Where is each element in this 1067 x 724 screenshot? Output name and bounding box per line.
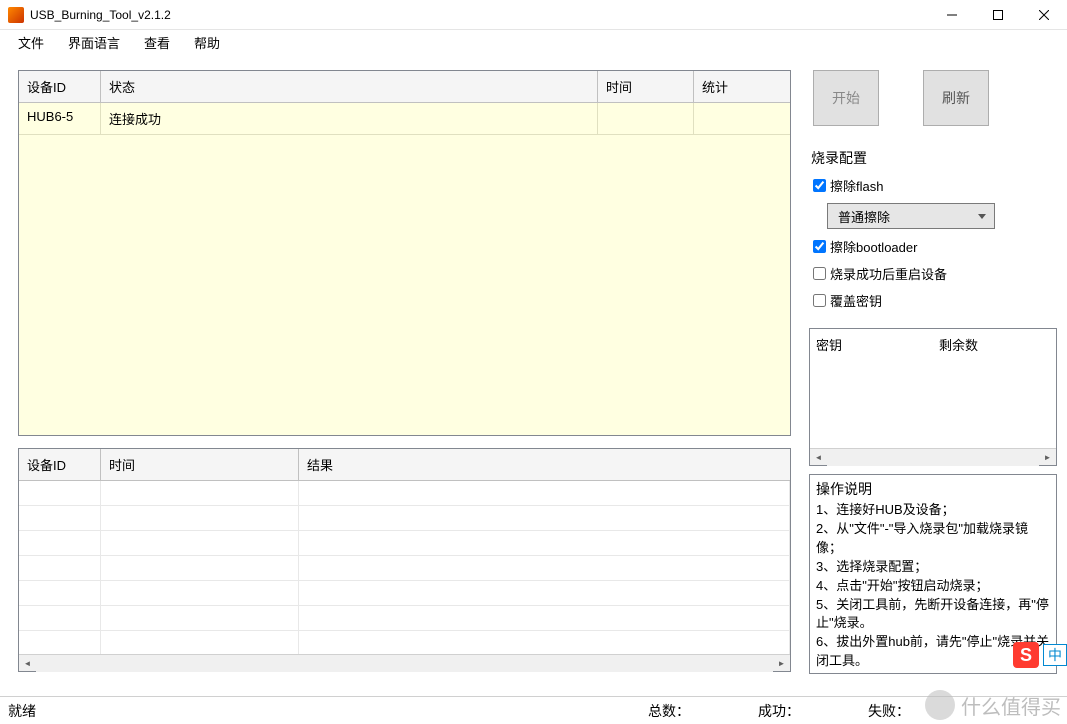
erase-mode-select[interactable]: 普通擦除 [827, 203, 995, 229]
app-icon [8, 7, 24, 23]
status-success: 成功： [758, 701, 868, 721]
key-table-body [810, 360, 1056, 448]
minimize-button[interactable] [929, 0, 975, 30]
erase-bootloader-checkbox[interactable] [813, 240, 826, 253]
table-row[interactable]: HUB6-5 连接成功 [19, 103, 790, 135]
start-button[interactable]: 开始 [813, 70, 879, 126]
window-controls [929, 0, 1067, 30]
status-ready: 就绪 [8, 701, 648, 721]
erase-flash-checkbox[interactable] [813, 179, 826, 192]
cell-stat [694, 103, 790, 134]
refresh-button[interactable]: 刷新 [923, 70, 989, 126]
close-icon [1039, 10, 1049, 20]
log-col-header-id[interactable]: 设备ID [19, 449, 101, 481]
reboot-after-row[interactable]: 烧录成功后重启设备 [811, 264, 1055, 283]
erase-mode-value: 普通擦除 [838, 207, 890, 226]
cell-status: 连接成功 [101, 103, 598, 134]
key-col-header-key[interactable]: 密钥 [810, 329, 933, 360]
status-total: 总数： [648, 701, 758, 721]
table-row[interactable] [19, 531, 790, 556]
table-row[interactable] [19, 631, 790, 654]
right-pane: 开始 刷新 烧录配置 擦除flash 普通擦除 擦除bootloader 烧录成… [809, 70, 1057, 674]
titlebar: USB_Burning_Tool_v2.1.2 [0, 0, 1067, 30]
statusbar: 就绪 总数： 成功： 失败： [0, 696, 1067, 724]
key-table-header: 密钥 剩余数 [810, 329, 1056, 360]
close-button[interactable] [1021, 0, 1067, 30]
scroll-right-icon[interactable]: ► [1039, 449, 1056, 466]
col-header-status[interactable]: 状态 [101, 71, 598, 103]
col-header-id[interactable]: 设备ID [19, 71, 101, 103]
menubar: 文件 界面语言 查看 帮助 [0, 30, 1067, 54]
log-col-header-result[interactable]: 结果 [299, 449, 790, 481]
left-pane: 设备ID 状态 时间 统计 HUB6-5 连接成功 设备ID 时间 结果 [18, 70, 791, 674]
key-scrollbar-h[interactable]: ◄ ► [810, 448, 1056, 465]
burn-config-title: 烧录配置 [811, 148, 1055, 168]
menu-language[interactable]: 界面语言 [58, 31, 130, 54]
menu-file[interactable]: 文件 [8, 31, 54, 54]
col-header-time[interactable]: 时间 [598, 71, 694, 103]
table-row[interactable] [19, 506, 790, 531]
minimize-icon [947, 10, 957, 20]
log-table-header: 设备ID 时间 结果 [19, 449, 790, 481]
instruction-line: 2、从"文件"-"导入烧录包"加载烧录镜像； [816, 520, 1050, 558]
erase-flash-row[interactable]: 擦除flash [811, 176, 1055, 195]
scroll-track[interactable] [827, 449, 1039, 466]
reboot-after-label: 烧录成功后重启设备 [830, 264, 947, 283]
titlebar-left: USB_Burning_Tool_v2.1.2 [8, 7, 171, 23]
table-row[interactable] [19, 481, 790, 506]
action-buttons: 开始 刷新 [809, 70, 1057, 128]
maximize-button[interactable] [975, 0, 1021, 30]
menu-view[interactable]: 查看 [134, 31, 180, 54]
erase-bootloader-label: 擦除bootloader [830, 237, 917, 256]
log-table-body [19, 481, 790, 654]
col-header-stat[interactable]: 统计 [694, 71, 790, 103]
device-table: 设备ID 状态 时间 统计 HUB6-5 连接成功 [18, 70, 791, 436]
key-table: 密钥 剩余数 ◄ ► [809, 328, 1057, 466]
scroll-track[interactable] [36, 655, 773, 672]
maximize-icon [993, 10, 1003, 20]
key-col-header-remaining[interactable]: 剩余数 [933, 329, 1056, 360]
ime-s-icon: S [1013, 642, 1039, 668]
table-row[interactable] [19, 556, 790, 581]
log-scrollbar-h[interactable]: ◄ ► [19, 654, 790, 671]
erase-bootloader-row[interactable]: 擦除bootloader [811, 237, 1055, 256]
device-table-header: 设备ID 状态 时间 统计 [19, 71, 790, 103]
instruction-line: 5、关闭工具前，先断开设备连接，再"停止"烧录。 [816, 596, 1050, 634]
reboot-after-checkbox[interactable] [813, 267, 826, 280]
log-table: 设备ID 时间 结果 ◄ ► [18, 448, 791, 672]
ime-zh-icon: 中 [1043, 644, 1067, 666]
device-table-body: HUB6-5 连接成功 [19, 103, 790, 435]
erase-flash-label: 擦除flash [830, 176, 883, 195]
log-col-header-time[interactable]: 时间 [101, 449, 299, 481]
cell-device-id: HUB6-5 [19, 103, 101, 134]
instruction-line: 3、选择烧录配置； [816, 558, 1050, 577]
instruction-line: 4、点击"开始"按钮启动烧录； [816, 577, 1050, 596]
instruction-line: 1、连接好HUB及设备； [816, 501, 1050, 520]
overwrite-key-checkbox[interactable] [813, 294, 826, 307]
overwrite-key-label: 覆盖密钥 [830, 291, 882, 310]
instructions-title: 操作说明 [816, 479, 1050, 499]
window-title: USB_Burning_Tool_v2.1.2 [30, 8, 171, 22]
scroll-right-icon[interactable]: ► [773, 655, 790, 672]
scroll-left-icon[interactable]: ◄ [19, 655, 36, 672]
burn-config-section: 烧录配置 擦除flash 普通擦除 擦除bootloader 烧录成功后重启设备… [809, 148, 1057, 318]
table-row[interactable] [19, 581, 790, 606]
menu-help[interactable]: 帮助 [184, 31, 230, 54]
content: 设备ID 状态 时间 统计 HUB6-5 连接成功 设备ID 时间 结果 [0, 54, 1067, 680]
cell-time [598, 103, 694, 134]
ime-badge: S 中 [1013, 642, 1067, 668]
status-fail: 失败： [868, 701, 978, 721]
table-row[interactable] [19, 606, 790, 631]
overwrite-key-row[interactable]: 覆盖密钥 [811, 291, 1055, 310]
scroll-left-icon[interactable]: ◄ [810, 449, 827, 466]
